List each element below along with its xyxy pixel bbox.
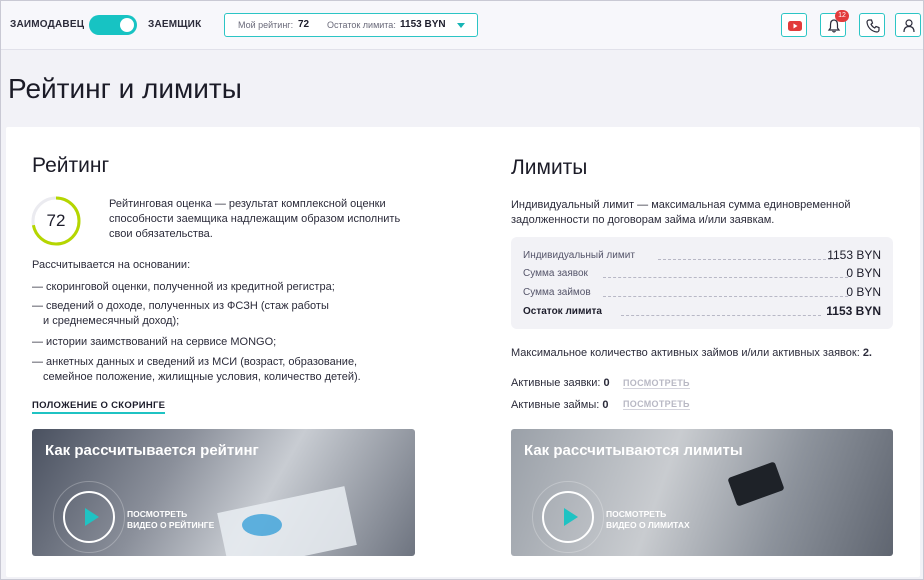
leader-dots — [603, 277, 848, 278]
max-active-text: Максимальное количество активных займов … — [511, 347, 860, 359]
app-window: ЗАИМОДАВЕЦ ЗАЕМЩИК Мой рейтинг: 72 Остат… — [0, 0, 924, 580]
limits-row-value: 1153 BYN — [827, 248, 881, 262]
limits-row: Индивидуальный лимит 1153 BYN — [523, 248, 881, 264]
my-rating-label: Мой рейтинг: — [238, 20, 294, 30]
limits-video-title: Как рассчитываются лимиты — [524, 442, 743, 459]
max-active-info: Максимальное количество активных займов … — [511, 346, 872, 361]
chevron-down-icon — [457, 23, 465, 28]
limits-row-total: Остаток лимита 1153 BYN — [523, 304, 881, 320]
rating-description-line: Рейтинговая оценка — результат комплексн… — [109, 198, 386, 210]
rating-description-line: способности заемщика надлежащим образом … — [109, 213, 401, 225]
active-loans: Активные займы: 0 — [511, 398, 608, 413]
smartphone-image — [727, 461, 785, 507]
rating-heading: Рейтинг — [32, 154, 110, 177]
view-active-requests-link[interactable]: ПОСМОТРЕТЬ — [623, 378, 690, 389]
limits-row-value: 0 BYN — [846, 285, 881, 299]
notification-count-badge: 12 — [835, 10, 849, 22]
video-label-line: ВИДЕО О ЛИМИТАХ — [606, 520, 690, 530]
limits-row-label: Остаток лимита — [523, 306, 602, 317]
youtube-button[interactable] — [781, 13, 807, 37]
limits-description-line: задолженности по договорам займа и/или з… — [511, 214, 775, 226]
my-rating-value: 72 — [298, 19, 310, 30]
limits-table: Индивидуальный лимит 1153 BYN Сумма заяв… — [511, 237, 893, 329]
video-label-line: ПОСМОТРЕТЬ — [606, 509, 667, 519]
active-loans-value: 0 — [602, 399, 609, 411]
limits-row-label: Сумма заявок — [523, 268, 588, 279]
limits-row-label: Сумма займов — [523, 287, 591, 298]
limits-row-value: 1153 BYN — [826, 304, 881, 318]
phone-button[interactable] — [859, 13, 885, 37]
limits-heading: Лимиты — [511, 156, 588, 179]
basis-item-cont: семейное положение, жилищные условия, ко… — [43, 371, 361, 383]
rating-limit-dropdown[interactable]: Мой рейтинг: 72 Остаток лимита: 1153 BYN — [224, 13, 478, 37]
role-lender-label[interactable]: ЗАИМОДАВЕЦ — [10, 19, 84, 30]
limits-video-label: ПОСМОТРЕТЬ ВИДЕО О ЛИМИТАХ — [606, 509, 690, 531]
limits-description: Индивидуальный лимит — максимальная сумм… — [511, 198, 850, 228]
video-label-line: ПОСМОТРЕТЬ — [127, 509, 188, 519]
active-requests-value: 0 — [603, 377, 610, 389]
active-requests-label: Активные заявки: — [511, 377, 601, 389]
rating-description-line: свои обязательства. — [109, 228, 213, 240]
basis-intro: Рассчитывается на основании: — [32, 259, 191, 271]
youtube-icon — [788, 21, 802, 31]
basis-item: — сведений о доходе, полученных из ФСЗН … — [32, 300, 329, 312]
basis-item-cont: и среднемесячный доход); — [43, 315, 180, 327]
top-bar: ЗАИМОДАВЕЦ ЗАЕМЩИК Мой рейтинг: 72 Остат… — [1, 1, 923, 50]
rating-video-card[interactable]: Как рассчитывается рейтинг ПОСМОТРЕТЬ ВИ… — [32, 429, 415, 556]
limits-description-line: Индивидуальный лимит — максимальная сумм… — [511, 199, 851, 211]
rating-video-label: ПОСМОТРЕТЬ ВИДЕО О РЕЙТИНГЕ — [127, 509, 214, 531]
phone-icon — [866, 19, 880, 33]
limit-balance-label: Остаток лимита: — [327, 20, 396, 30]
rating-description: Рейтинговая оценка — результат комплексн… — [109, 197, 400, 242]
leader-dots — [603, 296, 848, 297]
limits-video-card[interactable]: Как рассчитываются лимиты ПОСМОТРЕТЬ ВИД… — [511, 429, 893, 556]
role-toggle[interactable] — [89, 15, 137, 35]
play-icon[interactable] — [542, 491, 594, 543]
user-icon — [903, 19, 915, 33]
profile-button[interactable] — [895, 13, 921, 37]
chart-paper-image — [217, 486, 357, 556]
page-title: Рейтинг и лимиты — [8, 73, 242, 104]
active-requests: Активные заявки: 0 — [511, 376, 610, 391]
leader-dots — [658, 259, 836, 260]
scoring-regulation-link[interactable]: ПОЛОЖЕНИЕ О СКОРИНГЕ — [32, 400, 166, 414]
active-loans-label: Активные займы: — [511, 399, 600, 411]
play-icon[interactable] — [63, 491, 115, 543]
basis-item: — истории заимствований на сервисе MONGO… — [32, 336, 277, 348]
limits-row: Сумма займов 0 BYN — [523, 285, 881, 301]
view-active-loans-link[interactable]: ПОСМОТРЕТЬ — [623, 399, 690, 410]
role-borrower-label[interactable]: ЗАЕМЩИК — [148, 19, 201, 30]
basis-item: — скоринговой оценки, полученной из кред… — [32, 281, 335, 293]
limits-row-label: Индивидуальный лимит — [523, 250, 635, 261]
video-label-line: ВИДЕО О РЕЙТИНГЕ — [127, 520, 215, 530]
toggle-knob — [120, 18, 134, 32]
basis-item: — анкетных данных и сведений из МСИ (воз… — [32, 356, 358, 368]
limits-row-value: 0 BYN — [846, 266, 881, 280]
chart-paper-image — [242, 514, 282, 536]
limit-balance-value: 1153 BYN — [400, 19, 446, 30]
limits-row: Сумма заявок 0 BYN — [523, 266, 881, 282]
rating-video-title: Как рассчитывается рейтинг — [45, 442, 259, 459]
max-active-value: 2. — [862, 347, 872, 359]
leader-dots — [621, 315, 821, 316]
notifications-button[interactable]: 12 — [820, 10, 849, 37]
rating-score: 72 — [46, 211, 66, 230]
